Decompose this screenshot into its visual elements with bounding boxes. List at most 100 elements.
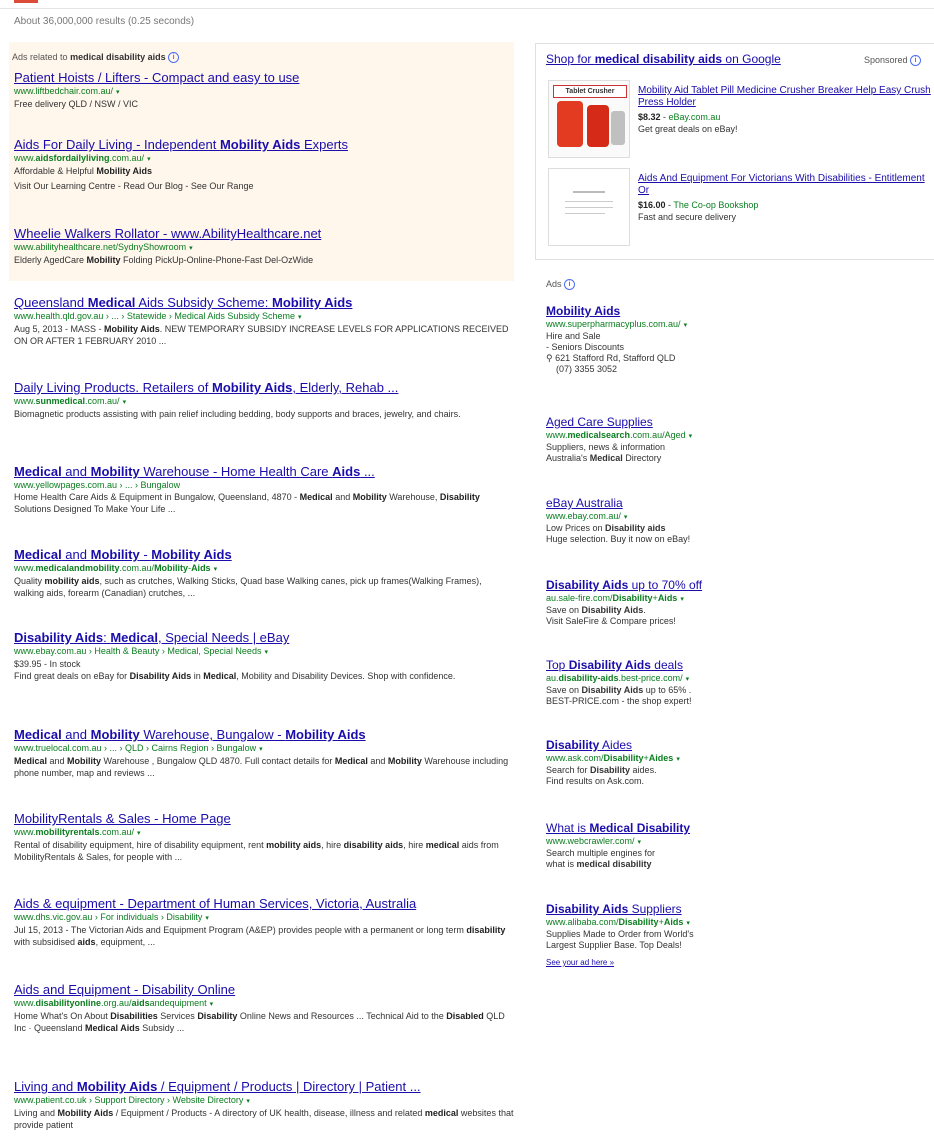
ad-title-link[interactable]: Aged Care Supplies xyxy=(546,415,653,430)
chevron-down-icon[interactable]: ▾ xyxy=(137,830,141,837)
chevron-down-icon[interactable]: ▾ xyxy=(214,566,218,573)
result-title-link[interactable]: Medical and Mobility Warehouse - Home He… xyxy=(14,464,375,480)
ad-line: Largest Supplier Base. Top Deals! xyxy=(546,940,682,950)
ad-url[interactable]: au.sale-fire.com/Disability+Aids ▾ xyxy=(546,593,926,605)
ad-url[interactable]: au.disability-aids.best-price.com/▾ xyxy=(546,673,926,685)
chevron-down-icon[interactable]: ▾ xyxy=(246,1098,250,1105)
product-price: $16.00 - The Co-op Bookshop xyxy=(638,200,759,210)
chevron-down-icon[interactable]: ▾ xyxy=(189,245,193,252)
result-url[interactable]: www.ebay.com.au › Health & Beauty › Medi… xyxy=(14,646,514,658)
search-result: Living and Mobility Aids / Equipment / P… xyxy=(14,1079,514,1131)
ad-title-link[interactable]: Disability Aids Suppliers xyxy=(546,902,682,917)
ad-url[interactable]: www.abilityhealthcare.net/SydnyShowroom ▾ xyxy=(14,242,514,254)
result-title-link[interactable]: Queensland Medical Aids Subsidy Scheme: … xyxy=(14,295,352,311)
result-url[interactable]: www.sunmedical.com.au/▾ xyxy=(14,396,514,408)
ad-line: Find results on Ask.com. xyxy=(546,776,645,786)
result-title-link[interactable]: Aids & equipment - Department of Human S… xyxy=(14,896,416,912)
ad-phone[interactable]: (07) 3355 3052 xyxy=(546,364,926,375)
result-price: $39.95 - In stock xyxy=(14,659,81,669)
info-icon[interactable]: i xyxy=(564,279,576,291)
ad-url[interactable]: www.liftbedchair.com.au/▾ xyxy=(14,86,514,98)
search-result: Medical and Mobility Warehouse, Bungalow… xyxy=(14,727,514,779)
chevron-down-icon[interactable]: ▾ xyxy=(210,1001,214,1008)
sponsored-label: Sponsored i xyxy=(864,55,921,67)
product-title-link[interactable]: Mobility Aid Tablet Pill Medicine Crushe… xyxy=(638,85,931,108)
search-result: Queensland Medical Aids Subsidy Scheme: … xyxy=(14,295,514,347)
search-result: Aids & equipment - Department of Human S… xyxy=(14,896,514,948)
ad-line: Huge selection. Buy it now on eBay! xyxy=(546,534,691,544)
chevron-down-icon[interactable]: ▾ xyxy=(116,89,120,96)
result-title-link[interactable]: Aids and Equipment - Disability Online xyxy=(14,982,235,998)
result-url[interactable]: www.mobilityrentals.com.au/▾ xyxy=(14,827,514,839)
chevron-down-icon[interactable]: ▾ xyxy=(686,920,690,927)
result-url[interactable]: www.truelocal.com.au › ... › QLD › Cairn… xyxy=(14,743,514,755)
result-title-link[interactable]: MobilityRentals & Sales - Home Page xyxy=(14,811,231,827)
ad-title-link[interactable]: Top Disability Aids deals xyxy=(546,658,683,673)
search-result: Medical and Mobility - Mobility Aids www… xyxy=(14,547,514,599)
ad-url[interactable]: www.aidsfordailyliving.com.au/▾ xyxy=(14,153,514,165)
result-snippet: Find great deals on eBay for Disability … xyxy=(14,671,456,681)
side-ad: Top Disability Aids deals au.disability-… xyxy=(546,658,926,707)
product-image-label: Tablet Crusher xyxy=(553,85,627,98)
ad-title-link[interactable]: Mobility Aids xyxy=(546,304,620,319)
chevron-down-icon[interactable]: ▾ xyxy=(638,839,642,846)
ad-title-link[interactable]: Disability Aids up to 70% off xyxy=(546,578,702,593)
product-title-link[interactable]: Aids And Equipment For Victorians With D… xyxy=(638,173,925,196)
product-image[interactable] xyxy=(548,168,630,246)
result-title-link[interactable]: Living and Mobility Aids / Equipment / P… xyxy=(14,1079,421,1095)
result-title-link[interactable]: Disability Aids: Medical, Special Needs … xyxy=(14,630,289,646)
product-description: Get great deals on eBay! xyxy=(638,124,738,134)
ad-title-link[interactable]: Patient Hoists / Lifters - Compact and e… xyxy=(14,70,299,86)
result-snippet: Aug 5, 2013 - MASS - Mobility Aids. NEW … xyxy=(14,324,509,346)
chevron-down-icon[interactable]: ▾ xyxy=(298,314,302,321)
chevron-down-icon[interactable]: ▾ xyxy=(686,676,690,683)
chevron-down-icon[interactable]: ▾ xyxy=(624,514,628,521)
result-url[interactable]: www.yellowpages.com.au › ... › Bungalow xyxy=(14,480,514,491)
chevron-down-icon[interactable]: ▾ xyxy=(689,433,693,440)
result-title-link[interactable]: Medical and Mobility - Mobility Aids xyxy=(14,547,232,563)
see-your-ad-link[interactable]: See your ad here » xyxy=(546,958,614,967)
shopping-title-link[interactable]: Shop for medical disability aids on Goog… xyxy=(546,52,781,66)
ad-line: Low Prices on Disability aids xyxy=(546,523,666,533)
chevron-down-icon[interactable]: ▾ xyxy=(123,399,127,406)
ad-url[interactable]: www.alibaba.com/Disability+Aids ▾ xyxy=(546,917,926,929)
ad-title-link[interactable]: eBay Australia xyxy=(546,496,623,511)
ad-title-link[interactable]: What is Medical Disability xyxy=(546,821,690,836)
ad-url[interactable]: www.webcrawler.com/▾ xyxy=(546,836,926,848)
result-snippet: Quality mobility aids, such as crutches,… xyxy=(14,576,482,598)
ad-title-link[interactable]: Wheelie Walkers Rollator - www.AbilityHe… xyxy=(14,226,321,242)
ad-url[interactable]: www.ebay.com.au/▾ xyxy=(546,511,926,523)
ad-url[interactable]: www.ask.com/Disability+Aides ▾ xyxy=(546,753,926,765)
search-result: MobilityRentals & Sales - Home Page www.… xyxy=(14,811,514,863)
chevron-down-icon[interactable]: ▾ xyxy=(264,649,268,656)
ad-description: Free delivery QLD / NSW / VIC xyxy=(14,99,139,109)
ad-description: Affordable & Helpful Mobility Aids xyxy=(14,166,153,176)
product-description: Fast and secure delivery xyxy=(638,212,737,222)
result-snippet: Biomagnetic products assisting with pain… xyxy=(14,409,461,419)
result-url[interactable]: www.disabilityonline.org.au/aidsandequip… xyxy=(14,998,514,1010)
ad-url[interactable]: www.superpharmacyplus.com.au/▾ xyxy=(546,319,926,331)
product-image[interactable]: Tablet Crusher xyxy=(548,80,630,158)
ad-address[interactable]: ⚲ 621 Stafford Rd, Stafford QLD xyxy=(546,353,926,364)
result-url[interactable]: www.medicalandmobility.com.au/Mobility-A… xyxy=(14,563,514,575)
chevron-down-icon[interactable]: ▾ xyxy=(147,156,151,163)
result-url[interactable]: www.health.qld.gov.au › ... › Statewide … xyxy=(14,311,514,323)
ad-title-link[interactable]: Aids For Daily Living - Independent Mobi… xyxy=(14,137,348,153)
chevron-down-icon[interactable]: ▾ xyxy=(259,746,263,753)
chevron-down-icon[interactable]: ▾ xyxy=(205,915,209,922)
ad-title-link[interactable]: Disability Aides xyxy=(546,738,632,753)
right-ads-header: Ads i xyxy=(546,279,576,291)
chevron-down-icon[interactable]: ▾ xyxy=(676,756,680,763)
ad-sitelinks[interactable]: Visit Our Learning Centre - Read Our Blo… xyxy=(14,180,514,192)
result-url[interactable]: www.patient.co.uk › Support Directory › … xyxy=(14,1095,514,1107)
result-title-link[interactable]: Daily Living Products. Retailers of Mobi… xyxy=(14,380,398,396)
info-icon[interactable]: i xyxy=(168,52,180,64)
ad-line: Search for Disability aides. xyxy=(546,765,657,775)
result-title-link[interactable]: Medical and Mobility Warehouse, Bungalow… xyxy=(14,727,366,743)
ad-url[interactable]: www.medicalsearch.com.au/Aged ▾ xyxy=(546,430,926,442)
chevron-down-icon[interactable]: ▾ xyxy=(680,596,684,603)
result-snippet: Rental of disability equipment, hire of … xyxy=(14,840,499,862)
info-icon[interactable]: i xyxy=(910,55,921,67)
result-url[interactable]: www.dhs.vic.gov.au › For individuals › D… xyxy=(14,912,514,924)
chevron-down-icon[interactable]: ▾ xyxy=(684,322,688,329)
